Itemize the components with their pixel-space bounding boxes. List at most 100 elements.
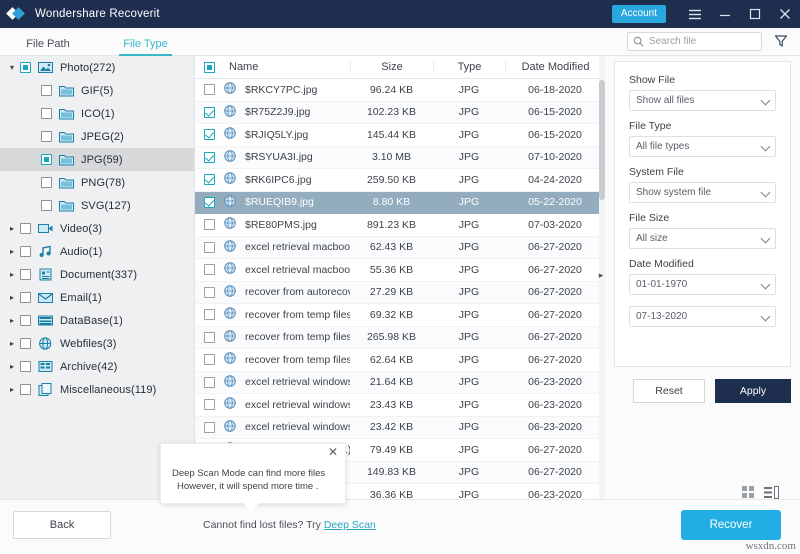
- row-checkbox[interactable]: [195, 377, 223, 388]
- column-header-type[interactable]: Type: [433, 61, 505, 73]
- back-button[interactable]: Back: [13, 511, 111, 539]
- file-type-tree[interactable]: ▾Photo(272)GIF(5)ICO(1)JPEG(2)JPG(59)PNG…: [0, 56, 195, 499]
- tooltip-close-icon[interactable]: ✕: [327, 447, 339, 459]
- table-row[interactable]: recover from temp files (3).jpg62.64 KBJ…: [195, 349, 605, 372]
- recover-button[interactable]: Recover: [681, 510, 781, 540]
- row-checkbox[interactable]: [195, 174, 223, 185]
- tree-item-video[interactable]: ▸Video(3): [0, 217, 194, 240]
- tree-item-photo[interactable]: ▾Photo(272): [0, 56, 194, 79]
- funnel-filter-icon[interactable]: [774, 34, 788, 48]
- apply-button[interactable]: Apply: [715, 379, 791, 403]
- row-checkbox[interactable]: [195, 332, 223, 343]
- tree-item-checkbox[interactable]: [20, 62, 31, 73]
- chevron-right-icon[interactable]: ▸: [6, 361, 18, 373]
- tree-item-document[interactable]: ▸Document(337): [0, 263, 194, 286]
- tree-item-webfiles[interactable]: ▸Webfiles(3): [0, 332, 194, 355]
- column-header-size[interactable]: Size: [350, 61, 433, 73]
- tree-item-checkbox[interactable]: [20, 269, 31, 280]
- tree-item-checkbox[interactable]: [41, 177, 52, 188]
- tree-item-checkbox[interactable]: [20, 315, 31, 326]
- table-row[interactable]: $RUEQIB9.jpg8.80 KBJPG05-22-2020: [195, 192, 605, 215]
- column-header-name[interactable]: Name: [223, 61, 350, 73]
- tree-item-checkbox[interactable]: [20, 384, 31, 395]
- maximize-icon[interactable]: [740, 0, 770, 28]
- row-checkbox[interactable]: [195, 197, 223, 208]
- reset-button[interactable]: Reset: [633, 379, 705, 403]
- filter-select-file-type[interactable]: All file types: [629, 136, 776, 157]
- tree-item-checkbox[interactable]: [20, 223, 31, 234]
- chevron-right-icon[interactable]: ▸: [6, 315, 18, 327]
- table-row[interactable]: excel retrieval macbook (1).jpg62.43 KBJ…: [195, 237, 605, 260]
- filter-select-date-from[interactable]: 01-01-1970: [629, 274, 776, 295]
- chevron-right-icon[interactable]: ▸: [6, 269, 18, 281]
- row-checkbox[interactable]: [195, 84, 223, 95]
- table-row[interactable]: excel retrieval macbook (2).jpg55.36 KBJ…: [195, 259, 605, 282]
- select-all-checkbox[interactable]: [195, 62, 223, 73]
- tree-item-checkbox[interactable]: [20, 246, 31, 257]
- table-row[interactable]: recover from temp files (1).jpg69.32 KBJ…: [195, 304, 605, 327]
- table-row[interactable]: $RSYUA3I.jpg3.10 MBJPG07-10-2020: [195, 147, 605, 170]
- table-row[interactable]: recover from autorecovery.jpg27.29 KBJPG…: [195, 282, 605, 305]
- table-row[interactable]: $RJIQ5LY.jpg145.44 KBJPG06-15-2020: [195, 124, 605, 147]
- tree-item-checkbox[interactable]: [41, 131, 52, 142]
- table-row[interactable]: excel retrieval windows (3).jpg23.42 KBJ…: [195, 417, 605, 440]
- row-checkbox[interactable]: [195, 219, 223, 230]
- chevron-down-icon[interactable]: ▾: [6, 62, 18, 74]
- row-checkbox[interactable]: [195, 264, 223, 275]
- column-header-date[interactable]: Date Modified: [505, 61, 605, 73]
- tree-item-gif[interactable]: GIF(5): [0, 79, 194, 102]
- tree-item-checkbox[interactable]: [20, 338, 31, 349]
- row-checkbox[interactable]: [195, 152, 223, 163]
- row-checkbox[interactable]: [195, 422, 223, 433]
- tree-item-ico[interactable]: ICO(1): [0, 102, 194, 125]
- chevron-right-icon[interactable]: ▸: [6, 246, 18, 258]
- chevron-right-icon[interactable]: ▸: [6, 292, 18, 304]
- tree-item-database[interactable]: ▸DataBase(1): [0, 309, 194, 332]
- tree-item-miscellaneous[interactable]: ▸Miscellaneous(119): [0, 378, 194, 401]
- minimize-icon[interactable]: [710, 0, 740, 28]
- row-checkbox[interactable]: [195, 129, 223, 140]
- tree-item-png[interactable]: PNG(78): [0, 171, 194, 194]
- filter-select-system-file[interactable]: Show system file: [629, 182, 776, 203]
- tree-item-checkbox[interactable]: [41, 154, 52, 165]
- row-checkbox[interactable]: [195, 399, 223, 410]
- tree-item-checkbox[interactable]: [20, 361, 31, 372]
- row-checkbox[interactable]: [195, 287, 223, 298]
- tree-item-audio[interactable]: ▸Audio(1): [0, 240, 194, 263]
- tree-item-email[interactable]: ▸Email(1): [0, 286, 194, 309]
- search-input[interactable]: Search file: [627, 32, 762, 51]
- row-checkbox[interactable]: [195, 309, 223, 320]
- hamburger-menu-icon[interactable]: [680, 0, 710, 28]
- row-checkbox[interactable]: [195, 242, 223, 253]
- chevron-right-icon[interactable]: ▸: [6, 223, 18, 235]
- tree-item-checkbox[interactable]: [20, 292, 31, 303]
- file-table[interactable]: Name Size Type Date Modified $RKCY7PC.jp…: [195, 56, 605, 499]
- account-button[interactable]: Account: [612, 5, 666, 23]
- tab-file-path[interactable]: File Path: [0, 38, 96, 55]
- tree-item-checkbox[interactable]: [41, 200, 52, 211]
- filter-select-file-size[interactable]: All size: [629, 228, 776, 249]
- row-checkbox[interactable]: [195, 107, 223, 118]
- table-row[interactable]: excel retrieval windows (2).jpg23.43 KBJ…: [195, 394, 605, 417]
- tree-item-jpg[interactable]: JPG(59): [0, 148, 194, 171]
- table-row[interactable]: $RK6IPC6.jpg259.50 KBJPG04-24-2020: [195, 169, 605, 192]
- tree-item-archive[interactable]: ▸Archive(42): [0, 355, 194, 378]
- tree-item-checkbox[interactable]: [41, 108, 52, 119]
- table-row[interactable]: $R75Z2J9.jpg102.23 KBJPG06-15-2020: [195, 102, 605, 125]
- deep-scan-link[interactable]: Deep Scan: [324, 519, 376, 531]
- close-icon[interactable]: [770, 0, 800, 28]
- row-checkbox[interactable]: [195, 354, 223, 365]
- tree-item-jpeg[interactable]: JPEG(2): [0, 125, 194, 148]
- table-row[interactable]: excel retrieval windows (1).jpg21.64 KBJ…: [195, 372, 605, 395]
- panel-collapse-arrow-icon[interactable]: ▸: [597, 269, 605, 281]
- chevron-right-icon[interactable]: ▸: [6, 338, 18, 350]
- chevron-right-icon[interactable]: ▸: [6, 384, 18, 396]
- table-row[interactable]: recover from temp files (2).jpg265.98 KB…: [195, 327, 605, 350]
- filter-select-date-to[interactable]: 07-13-2020: [629, 306, 776, 327]
- tree-item-checkbox[interactable]: [41, 85, 52, 96]
- table-row[interactable]: $RKCY7PC.jpg96.24 KBJPG06-18-2020: [195, 79, 605, 102]
- tab-file-type[interactable]: File Type: [96, 38, 195, 55]
- filter-select-show-file[interactable]: Show all files: [629, 90, 776, 111]
- tree-item-svg[interactable]: SVG(127): [0, 194, 194, 217]
- table-row[interactable]: $RE80PMS.jpg891.23 KBJPG07-03-2020: [195, 214, 605, 237]
